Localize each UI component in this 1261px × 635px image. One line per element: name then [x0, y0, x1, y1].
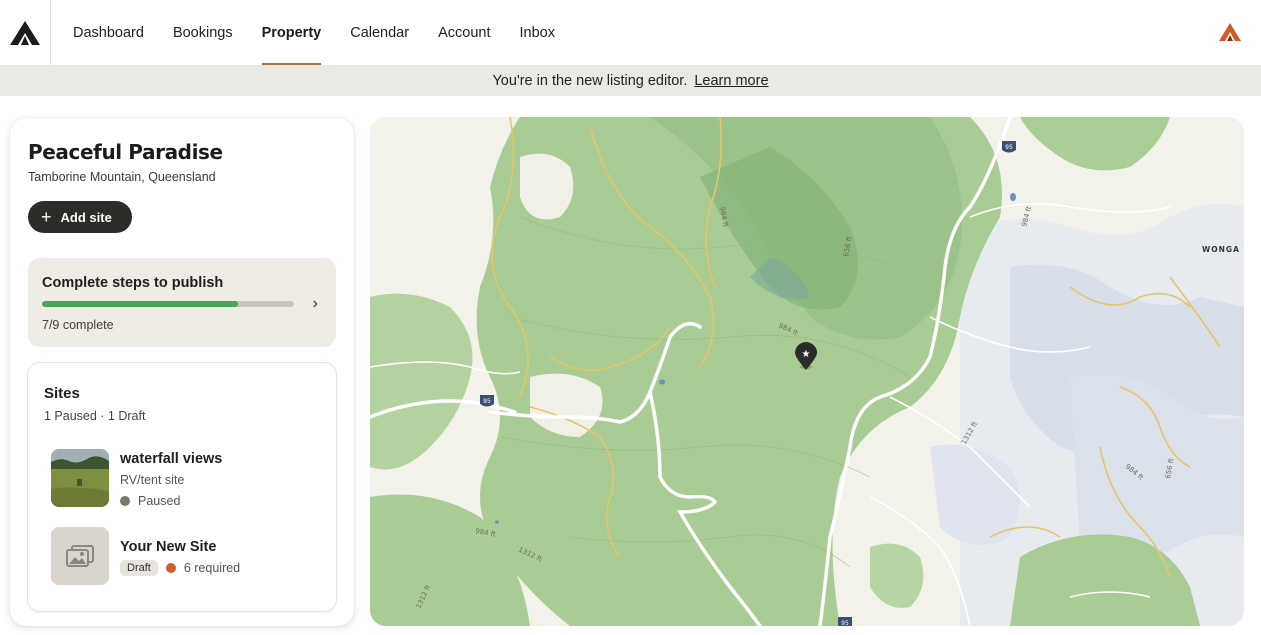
svg-text:★: ★ — [802, 349, 811, 360]
property-map[interactable]: 95 95 95 984 ft 656 ft 984 ft 984 ft 131… — [370, 117, 1244, 626]
property-panel: Peaceful Paradise Tamborine Mountain, Qu… — [10, 118, 354, 626]
plus-icon: + — [41, 207, 52, 227]
route-95-marker: 95 — [1002, 141, 1016, 153]
main-nav: Dashboard Bookings Property Calendar Acc… — [73, 0, 584, 66]
route-95-marker: 95 — [838, 617, 852, 626]
site-type: RV/tent site — [120, 473, 185, 487]
top-navigation: Dashboard Bookings Property Calendar Acc… — [0, 0, 1261, 66]
property-location: Tamborine Mountain, Queensland — [28, 170, 216, 184]
required-dot-icon — [165, 563, 176, 573]
svg-text:95: 95 — [483, 398, 491, 405]
sites-card: Sites 1 Paused · 1 Draft waterfall views… — [28, 363, 336, 611]
site-name: Your New Site — [120, 539, 217, 555]
learn-more-link[interactable]: Learn more — [694, 73, 768, 89]
site-status: Paused — [120, 494, 180, 508]
nav-inbox[interactable]: Inbox — [519, 0, 554, 66]
banner-text: You're in the new listing editor. — [492, 73, 688, 89]
account-avatar[interactable] — [1218, 22, 1242, 42]
site-name: waterfall views — [120, 451, 223, 467]
terrain-map: 95 95 95 984 ft 656 ft 984 ft 984 ft 131… — [370, 117, 1244, 626]
add-site-label: Add site — [60, 209, 112, 225]
nav-calendar[interactable]: Calendar — [350, 0, 409, 66]
image-placeholder-icon — [66, 545, 94, 567]
publish-steps-card[interactable]: Complete steps to publish › 7/9 complete — [28, 258, 336, 347]
logo-icon — [10, 21, 40, 45]
steps-title: Complete steps to publish — [42, 275, 224, 291]
svg-text:95: 95 — [841, 620, 849, 626]
nav-account[interactable]: Account — [438, 0, 490, 66]
svg-text:95: 95 — [1005, 144, 1013, 151]
publish-progress-bar — [42, 301, 294, 307]
site-item[interactable]: waterfall views RV/tent site Paused — [51, 449, 321, 509]
draft-badge: Draft — [120, 560, 158, 576]
steps-count: 7/9 complete — [42, 318, 114, 332]
brand-icon — [1219, 23, 1241, 41]
site-thumbnail — [51, 527, 109, 585]
paused-dot-icon — [120, 496, 130, 506]
nav-property[interactable]: Property — [261, 0, 321, 66]
nav-dashboard[interactable]: Dashboard — [73, 0, 144, 66]
progress-fill — [42, 301, 238, 307]
add-site-button[interactable]: + Add site — [28, 201, 132, 233]
field-photo-icon — [51, 449, 109, 507]
sites-title: Sites — [44, 385, 80, 402]
editor-banner: You're in the new listing editor. Learn … — [0, 66, 1261, 96]
chevron-right-icon: › — [312, 295, 318, 312]
site-item[interactable]: Your New Site Draft 6 required — [51, 527, 321, 587]
route-95-marker: 95 — [480, 395, 494, 407]
site-status-text: Paused — [138, 494, 181, 508]
property-title: Peaceful Paradise — [28, 140, 223, 164]
site-status-text: 6 required — [183, 561, 241, 575]
site-thumbnail — [51, 449, 109, 507]
home-logo[interactable] — [0, 0, 51, 66]
site-status: Draft 6 required — [120, 560, 240, 576]
svg-text:WONGA: WONGA — [1202, 245, 1240, 254]
nav-bookings[interactable]: Bookings — [173, 0, 233, 66]
sites-summary: 1 Paused · 1 Draft — [44, 409, 146, 423]
